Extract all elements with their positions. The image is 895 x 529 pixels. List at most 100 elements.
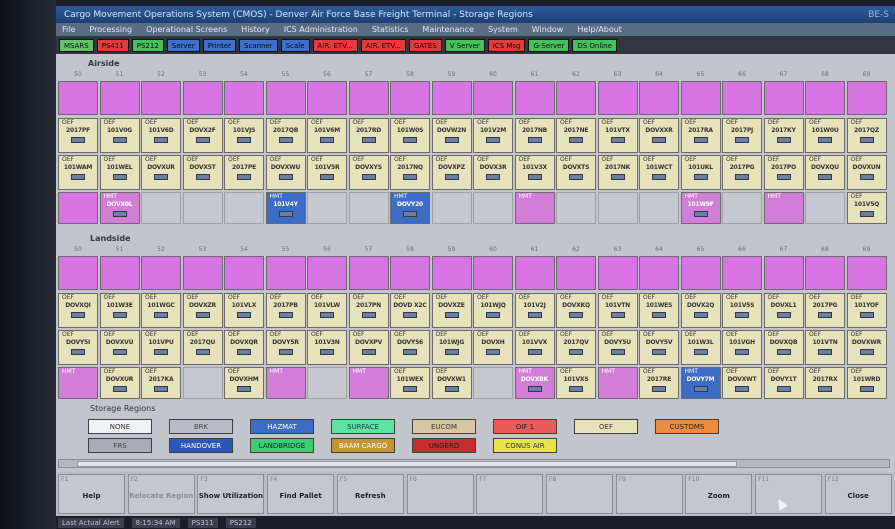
storage-slot[interactable]: OEF DOVXQB: [763, 330, 804, 365]
storage-slot[interactable]: [390, 81, 430, 115]
storage-slot[interactable]: OEF DOVY5I: [58, 330, 98, 365]
menu-item-statistics[interactable]: Statistics: [372, 25, 409, 34]
storage-slot[interactable]: [348, 256, 389, 290]
storage-slot[interactable]: OEF 2017NB: [514, 118, 555, 153]
storage-slot[interactable]: OEF 101WJG: [431, 330, 472, 365]
storage-slot[interactable]: [597, 256, 638, 290]
storage-slot[interactable]: OEF 2017PE: [224, 155, 264, 190]
storage-slot[interactable]: [265, 256, 306, 290]
storage-slot[interactable]: HMT: [58, 367, 98, 399]
storage-slot[interactable]: OEF 101WEL: [99, 155, 140, 190]
storage-slot[interactable]: [846, 81, 887, 115]
storage-slot[interactable]: [722, 256, 762, 290]
storage-slot[interactable]: OEF DOVX2F: [182, 118, 223, 153]
fkey-f4-button[interactable]: F4 Find Pallet: [267, 474, 335, 514]
storage-slot[interactable]: OEF 2017QU: [182, 330, 223, 365]
storage-slot[interactable]: OEF 101WES: [639, 293, 679, 328]
storage-slot[interactable]: OEF DOVY1T: [763, 367, 804, 399]
storage-slot[interactable]: OEF 101V6M: [307, 118, 347, 153]
storage-slot[interactable]: OEF 101VJS: [224, 118, 264, 153]
storage-slot[interactable]: OEF 101WCT: [639, 155, 679, 190]
menu-item-system[interactable]: System: [488, 25, 518, 34]
storage-slot[interactable]: OEF 2017PN: [348, 293, 389, 328]
storage-slot[interactable]: [431, 256, 472, 290]
storage-slot[interactable]: [224, 192, 264, 224]
storage-slot[interactable]: OEF 101VVX: [514, 330, 555, 365]
storage-slot[interactable]: OEF 101V2M: [473, 118, 513, 153]
storage-slot[interactable]: OEF DOVXPV: [348, 330, 389, 365]
storage-slot[interactable]: OEF 2017NE: [556, 118, 596, 153]
storage-slot[interactable]: OEF 2017QV: [556, 330, 596, 365]
storage-slot[interactable]: OEF DOVXQR: [224, 330, 264, 365]
storage-slot[interactable]: [58, 81, 98, 115]
storage-slot[interactable]: OEF DOVXQU: [805, 155, 845, 190]
storage-slot[interactable]: OEF 101VTX: [597, 118, 638, 153]
storage-slot[interactable]: HMT 101V4Y: [265, 192, 306, 224]
storage-slot[interactable]: OEF 101YOF: [846, 293, 887, 328]
storage-slot[interactable]: [431, 81, 472, 115]
status-indicator[interactable]: Server: [166, 38, 200, 52]
storage-slot[interactable]: OEF 101V3N: [307, 330, 347, 365]
storage-slot[interactable]: [431, 192, 472, 224]
storage-slot[interactable]: [597, 81, 638, 115]
scrollbar-thumb[interactable]: [77, 461, 737, 467]
storage-slot[interactable]: [514, 256, 555, 290]
storage-slot[interactable]: [473, 192, 513, 224]
fkey-f10-button[interactable]: F10 Zoom: [685, 474, 753, 514]
storage-slot[interactable]: OEF 101WAM: [58, 155, 98, 190]
storage-slot[interactable]: [473, 367, 513, 399]
storage-slot[interactable]: OEF 101VGH: [722, 330, 762, 365]
storage-slot[interactable]: [348, 81, 389, 115]
storage-slot[interactable]: OEF 101VTN: [597, 293, 638, 328]
fkey-f3-button[interactable]: F3 Show Utilization: [197, 474, 265, 514]
storage-slot[interactable]: OEF DOVY5V: [639, 330, 679, 365]
storage-slot[interactable]: OEF 101UKL: [680, 155, 721, 190]
menu-item-maintenance[interactable]: Maintenance: [422, 25, 474, 34]
storage-slot[interactable]: OEF DOVXHM: [224, 367, 264, 399]
storage-slot[interactable]: [141, 256, 181, 290]
storage-slot[interactable]: [805, 256, 845, 290]
storage-slot[interactable]: OEF 101V0G: [99, 118, 140, 153]
storage-slot[interactable]: OEF 2017QZ: [846, 118, 887, 153]
storage-slot[interactable]: [58, 192, 98, 224]
storage-slot[interactable]: OEF 101V5R: [307, 155, 347, 190]
storage-slot[interactable]: OEF DOVXWT: [722, 367, 762, 399]
storage-slot[interactable]: HMT DOVXBK: [514, 367, 555, 399]
storage-slot[interactable]: [224, 256, 264, 290]
storage-slot[interactable]: OEF 101V5Q: [846, 192, 887, 224]
storage-slot[interactable]: OEF 2017KA: [141, 367, 181, 399]
menu-item-processing[interactable]: Processing: [89, 25, 132, 34]
status-indicator[interactable]: Printer: [202, 38, 237, 52]
status-indicator[interactable]: ICS Msg: [487, 38, 526, 52]
storage-slot[interactable]: OEF 101V3X: [514, 155, 555, 190]
storage-slot[interactable]: OEF 101W3L: [680, 330, 721, 365]
storage-slot[interactable]: OEF 2017PG: [722, 155, 762, 190]
storage-slot[interactable]: OEF 2017PG: [805, 293, 845, 328]
storage-slot[interactable]: OEF DOVXXR: [639, 118, 679, 153]
menu-item-file[interactable]: File: [62, 25, 75, 34]
storage-slot[interactable]: OEF DOVY5R: [265, 330, 306, 365]
storage-slot[interactable]: OEF 101W3E: [99, 293, 140, 328]
menu-item-help-about[interactable]: Help/About: [577, 25, 622, 34]
storage-slot[interactable]: [141, 81, 181, 115]
status-indicator[interactable]: PS212: [131, 38, 164, 52]
storage-slot[interactable]: [639, 81, 679, 115]
storage-slot[interactable]: OEF 2017PB: [265, 293, 306, 328]
storage-slot[interactable]: [763, 256, 804, 290]
storage-slot[interactable]: [805, 81, 845, 115]
storage-slot[interactable]: OEF DOVXL1: [763, 293, 804, 328]
storage-slot[interactable]: OEF 2017RD: [348, 118, 389, 153]
storage-slot[interactable]: HMT 101W9F: [680, 192, 721, 224]
storage-slot[interactable]: HMT: [597, 367, 638, 399]
storage-slot[interactable]: [390, 256, 430, 290]
storage-slot[interactable]: [265, 81, 306, 115]
storage-slot[interactable]: [473, 81, 513, 115]
taskbar-station[interactable]: PS311: [187, 517, 218, 528]
storage-slot[interactable]: OEF DOVY56: [390, 330, 430, 365]
storage-slot[interactable]: HMT: [348, 367, 389, 399]
storage-slot[interactable]: OEF 2017PF: [58, 118, 98, 153]
status-indicator[interactable]: AIR. ETV...: [312, 38, 358, 52]
storage-slot[interactable]: OEF DOVX3R: [473, 155, 513, 190]
storage-slot[interactable]: [224, 81, 264, 115]
status-indicator[interactable]: V Server: [444, 38, 485, 52]
